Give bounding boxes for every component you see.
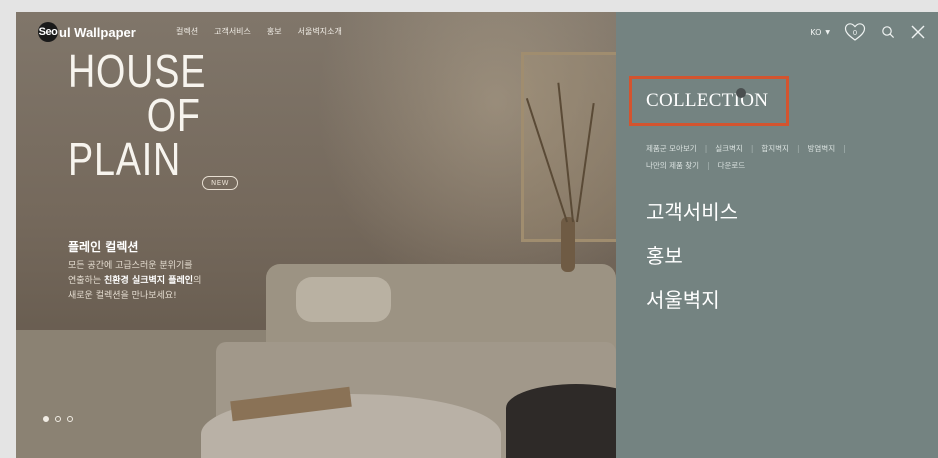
slide-pagination <box>43 416 73 422</box>
panel-link-promotion[interactable]: 홍보 <box>646 244 738 288</box>
sub-link-paper[interactable]: 합지벽지 <box>761 144 789 153</box>
hero-headline: HOUSE OF PLAIN <box>68 45 207 185</box>
headline-line-2: OF <box>146 89 201 141</box>
nav-item-customer-service[interactable]: 고객서비스 <box>214 26 251 37</box>
logo[interactable]: Seo ul Wallpaper <box>38 22 136 42</box>
mouse-cursor <box>736 88 746 98</box>
logo-text: ul Wallpaper <box>59 24 136 40</box>
panel-main-links: 고객서비스 홍보 서울벽지 <box>646 200 738 332</box>
collection-highlight[interactable]: COLLECTION <box>629 76 789 126</box>
sub-link-download[interactable]: 다운로드 <box>718 161 746 170</box>
collection-title[interactable]: COLLECTION <box>646 90 768 112</box>
hero-subtitle: 플레인 컬렉션 <box>68 240 139 254</box>
new-badge: NEW <box>202 176 238 190</box>
sub-link-fireproof[interactable]: 방염벽지 <box>808 144 836 153</box>
slide-dot-1[interactable] <box>43 416 49 422</box>
search-icon <box>882 26 895 39</box>
sofa-pillow <box>296 277 391 322</box>
sub-link-all-products[interactable]: 제품군 모아보기 <box>646 144 697 153</box>
collection-sub-links: 제품군 모아보기 | 실크벽지 | 합지벽지 | 방염벽지 | 나만의 제품 찾기 | 다운로드 <box>646 144 846 170</box>
caret-down-icon: ▼ <box>825 28 830 36</box>
top-nav: Seo ul Wallpaper 컬렉션 고객서비스 홍보 서울벽지소개 <box>16 12 616 48</box>
menu-panel: KO ▼ 0 COLLECTION 제품군 모아보기 | 실크벽지 | 합지벽지… <box>616 12 938 458</box>
slide-dot-3[interactable] <box>67 416 73 422</box>
wishlist-button[interactable]: 0 <box>844 22 866 42</box>
slide-dot-2[interactable] <box>55 416 61 422</box>
vase <box>561 217 575 272</box>
headline-line-3: PLAIN <box>68 133 182 185</box>
search-button[interactable] <box>880 24 896 40</box>
logo-mark: Seo <box>38 22 58 42</box>
panel-link-customer-service[interactable]: 고객서비스 <box>646 200 738 244</box>
hero-description: 모든 공간에 고급스러운 분위기를 연출하는 친환경 실크벽지 플레인의 새로운… <box>68 261 202 301</box>
wishlist-count: 0 <box>852 28 858 37</box>
nav-item-collection[interactable]: 컬렉션 <box>176 26 198 37</box>
nav-item-promotion[interactable]: 홍보 <box>267 26 282 37</box>
panel-toolbar: KO ▼ 0 <box>810 22 926 42</box>
sub-link-find-product[interactable]: 나만의 제품 찾기 <box>646 161 699 170</box>
nav-item-about[interactable]: 서울벽지소개 <box>298 26 342 37</box>
page-frame: Seo ul Wallpaper 컬렉션 고객서비스 홍보 서울벽지소개 HOU… <box>16 12 938 458</box>
side-table <box>506 384 616 458</box>
hero-banner: Seo ul Wallpaper 컬렉션 고객서비스 홍보 서울벽지소개 HOU… <box>16 12 616 458</box>
sub-link-silk[interactable]: 실크벽지 <box>715 144 743 153</box>
panel-link-seoul-wallpaper[interactable]: 서울벽지 <box>646 288 738 332</box>
close-button[interactable] <box>910 24 926 40</box>
wall-frame-art <box>521 52 616 242</box>
close-icon <box>911 25 925 39</box>
nav-menu: 컬렉션 고객서비스 홍보 서울벽지소개 <box>176 26 342 37</box>
headline-line-1: HOUSE <box>68 45 207 97</box>
language-select[interactable]: KO ▼ <box>810 28 830 37</box>
